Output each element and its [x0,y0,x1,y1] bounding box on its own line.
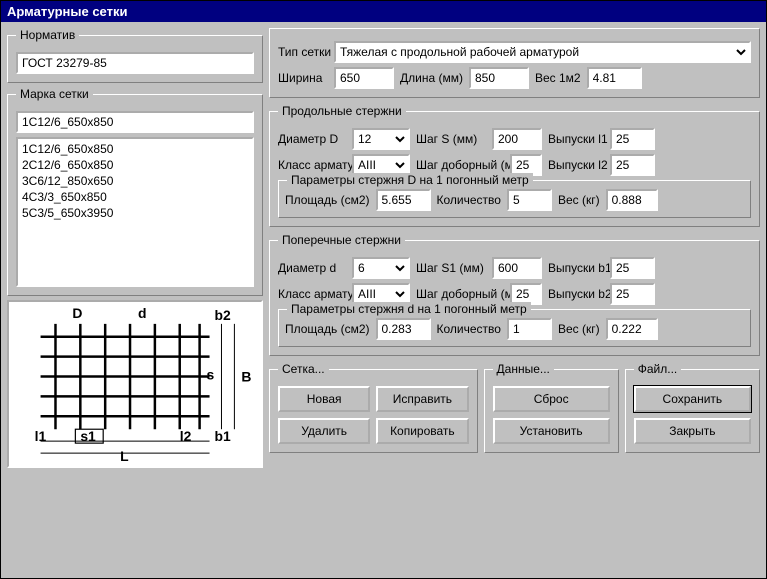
area-d2-input[interactable] [376,318,431,340]
params-d-sub: Параметры стержня D на 1 погонный метр П… [278,180,751,218]
marka-legend: Марка сетки [16,87,93,101]
count-d-label: Количество [437,193,501,207]
out-l2-input[interactable] [610,154,655,176]
count-d2-input[interactable] [507,318,552,340]
diagram-svg: D d b2 b1 s B l1 l2 s1 L [9,302,261,466]
list-item[interactable]: 1C12/6_650x850 [20,141,250,157]
svg-text:D: D [72,305,82,321]
diam-d-select[interactable]: 12 [352,128,410,150]
type-group: Тип сетки Тяжелая с продольной рабочей а… [269,28,760,98]
mesh-diagram: D d b2 b1 s B l1 l2 s1 L [7,300,263,468]
diam-d-label: Диаметр D [278,132,346,146]
params-d2-sub: Параметры стержня d на 1 погонный метр П… [278,309,751,347]
cross-legend: Поперечные стержни [278,233,405,247]
svg-text:B: B [241,369,251,385]
longitudinal-legend: Продольные стержни [278,104,406,118]
class-d-label: Класс арматуры [278,158,346,172]
longitudinal-group: Продольные стержни Диаметр D 12 Шаг S (м… [269,104,760,227]
list-item[interactable]: 4C3/3_650x850 [20,189,250,205]
step-s-label: Шаг S (мм) [416,132,486,146]
close-button[interactable]: Закрыть [634,418,751,444]
svg-text:b2: b2 [215,307,231,323]
setka-group: Сетка... Новая Исправить Удалить Копиров… [269,362,478,453]
step-s1-input[interactable] [492,257,542,279]
svg-text:d: d [138,305,147,321]
weight-label: Вес 1м2 [535,71,581,85]
marka-listbox[interactable]: 1C12/6_650x850 2C12/6_650x850 3C6/12_850… [16,137,254,287]
window-title: Арматурные сетки [7,4,127,19]
dannye-legend: Данные... [493,362,554,376]
svg-text:L: L [120,448,129,464]
type-select[interactable]: Тяжелая с продольной рабочей арматурой [334,41,751,63]
svg-text:s1: s1 [80,428,96,444]
reset-button[interactable]: Сброс [493,386,610,412]
marka-selected-input[interactable] [16,111,254,133]
count-d-input[interactable] [507,189,552,211]
out-b2-input[interactable] [610,283,655,305]
list-item[interactable]: 3C6/12_850x650 [20,173,250,189]
diam-d2-label: Диаметр d [278,261,346,275]
diam-d2-select[interactable]: 6 [352,257,410,279]
svg-text:l1: l1 [35,428,47,444]
left-column: Норматив Марка сетки 1C12/6_650x850 2C12… [7,28,263,468]
step2-d2-label: Шаг доборный (мм) [416,287,504,301]
out-b2-label: Выпуски b2 (мм) [548,287,604,301]
area-d2-label: Площадь (см2) [285,322,370,336]
list-item[interactable]: 5C3/5_650x3950 [20,205,250,221]
file-legend: Файл... [634,362,682,376]
length-input[interactable] [469,67,529,89]
cross-group: Поперечные стержни Диаметр d 6 Шаг S1 (м… [269,233,760,356]
class-d2-label: Класс арматуры [278,287,346,301]
mass-d-input[interactable] [606,189,658,211]
setka-legend: Сетка... [278,362,329,376]
normativ-group: Норматив [7,28,263,83]
edit-button[interactable]: Исправить [376,386,468,412]
step2-d-label: Шаг доборный (мм) [416,158,504,172]
content: Норматив Марка сетки 1C12/6_650x850 2C12… [1,22,766,474]
out-l1-label: Выпуски l1 (мм) [548,132,604,146]
out-b1-label: Выпуски b1 (мм) [548,261,604,275]
marka-group: Марка сетки 1C12/6_650x850 2C12/6_650x85… [7,87,263,296]
delete-button[interactable]: Удалить [278,418,370,444]
svg-text:l2: l2 [180,428,192,444]
out-b1-input[interactable] [610,257,655,279]
list-item[interactable]: 2C12/6_650x850 [20,157,250,173]
bottom-groups: Сетка... Новая Исправить Удалить Копиров… [269,362,760,453]
set-button[interactable]: Установить [493,418,610,444]
mass-d-label: Вес (кг) [558,193,600,207]
params-d2-legend: Параметры стержня d на 1 погонный метр [287,302,531,316]
width-label: Ширина [278,71,328,85]
svg-text:b1: b1 [215,428,231,444]
mass-d2-label: Вес (кг) [558,322,600,336]
window: Арматурные сетки Норматив Марка сетки 1C… [0,0,767,579]
weight-input[interactable] [587,67,642,89]
length-label: Длина (мм) [400,71,463,85]
step-s1-label: Шаг S1 (мм) [416,261,486,275]
svg-text:s: s [207,367,215,383]
width-input[interactable] [334,67,394,89]
out-l1-input[interactable] [610,128,655,150]
new-button[interactable]: Новая [278,386,370,412]
count-d2-label: Количество [437,322,501,336]
normativ-input[interactable] [16,52,254,74]
out-l2-label: Выпуски l2 (мм) [548,158,604,172]
normativ-legend: Норматив [16,28,79,42]
step-s-input[interactable] [492,128,542,150]
type-label: Тип сетки [278,45,328,59]
mass-d2-input[interactable] [606,318,658,340]
copy-button[interactable]: Копировать [376,418,468,444]
area-d-label: Площадь (см2) [285,193,370,207]
titlebar: Арматурные сетки [1,1,766,22]
params-d-legend: Параметры стержня D на 1 погонный метр [287,173,533,187]
dannye-group: Данные... Сброс Установить [484,362,619,453]
save-button[interactable]: Сохранить [634,386,751,412]
file-group: Файл... Сохранить Закрыть [625,362,760,453]
right-column: Тип сетки Тяжелая с продольной рабочей а… [269,28,760,468]
area-d-input[interactable] [376,189,431,211]
